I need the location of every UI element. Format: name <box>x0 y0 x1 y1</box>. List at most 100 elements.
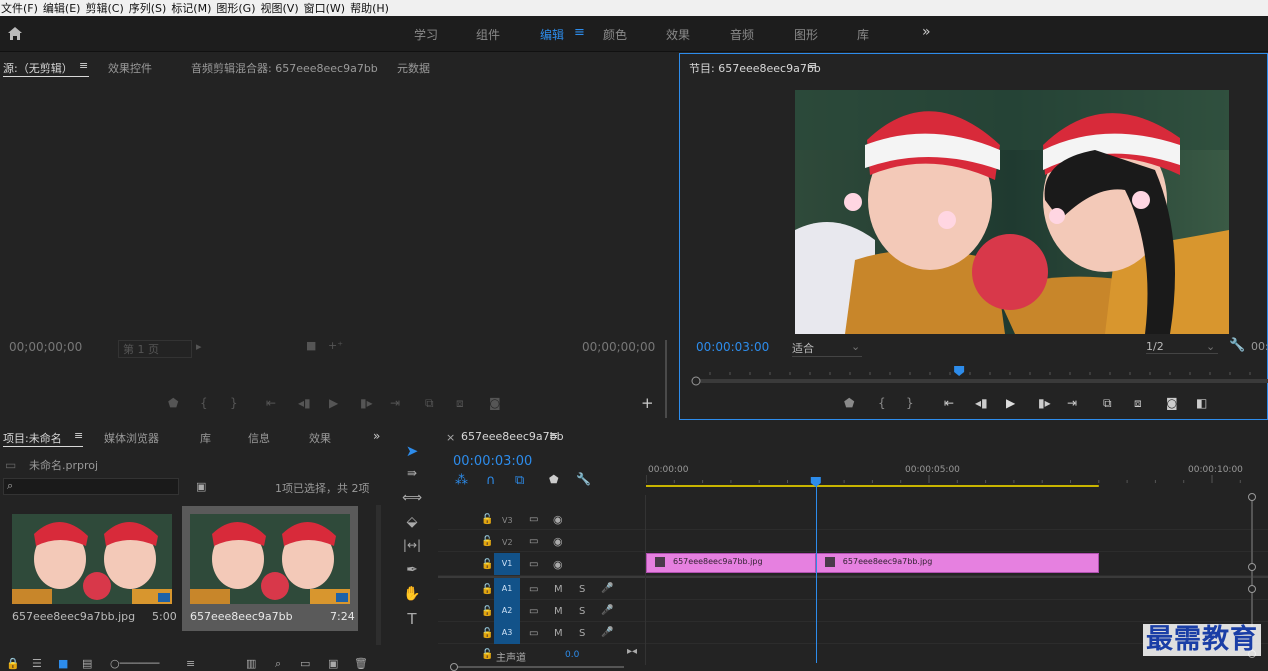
tab-project[interactable]: 项目:未命名 <box>3 430 62 446</box>
source-export-frame-icon[interactable]: ■ <box>306 339 316 352</box>
new-bin-icon[interactable]: ▭ <box>300 657 310 670</box>
lock-icon[interactable]: 🔓 <box>481 514 493 525</box>
timeline-timecode[interactable]: 00:00:03:00 <box>453 454 532 469</box>
program-camera-icon[interactable]: ◙ <box>1166 396 1178 410</box>
lock-icon[interactable]: 🔓 <box>481 584 493 595</box>
tab-libraries[interactable]: 库 <box>200 430 211 446</box>
selection-tool-icon[interactable]: ➤ <box>402 442 422 462</box>
master-volume-value[interactable]: 0.0 <box>565 650 579 660</box>
mic-icon[interactable]: 🎤 <box>601 583 613 594</box>
tab-effects[interactable]: 效果 <box>309 430 331 446</box>
menu-help[interactable]: 帮助(H) <box>349 0 393 16</box>
workspace-more-icon[interactable]: » <box>922 24 931 40</box>
snap-magnet-icon[interactable]: ∩ <box>486 473 496 488</box>
workspace-graphics[interactable]: 图形 <box>794 26 818 43</box>
menu-file[interactable]: 文件(F) <box>0 0 42 16</box>
sync-lock-icon[interactable]: ▭ <box>529 628 538 639</box>
trash-icon[interactable]: 🗑 <box>354 657 368 670</box>
timeline-clip[interactable]: 657eee8eec9a7bb.jpg <box>815 553 1099 573</box>
timeline-horizontal-scrollbar[interactable] <box>450 663 630 671</box>
automate-icon[interactable]: ▥ <box>246 657 256 670</box>
pen-tool-icon[interactable]: ✒ <box>402 562 422 582</box>
workspace-effects[interactable]: 效果 <box>666 26 690 43</box>
mic-icon[interactable]: 🎤 <box>601 605 613 616</box>
tab-info[interactable]: 信息 <box>248 430 270 446</box>
eye-icon[interactable]: ◉ <box>553 558 563 571</box>
workspace-editing[interactable]: 编辑 <box>540 26 564 43</box>
sync-lock-icon[interactable]: ▭ <box>529 559 538 570</box>
program-menu-icon[interactable]: ≡ <box>808 59 817 72</box>
program-in-icon[interactable]: { <box>878 396 886 410</box>
mute-button[interactable]: M <box>554 606 563 617</box>
hand-tool-icon[interactable]: ✋ <box>402 586 422 606</box>
scrub-playhead[interactable] <box>954 366 965 376</box>
insert-nest-icon[interactable]: ⁂ <box>455 473 468 488</box>
lock-icon[interactable]: 🔓 <box>481 628 493 639</box>
menu-view[interactable]: 视图(V) <box>260 0 303 16</box>
program-out-icon[interactable]: } <box>906 396 914 410</box>
program-timecode[interactable]: 00:00:03:00 <box>696 340 769 354</box>
menu-clip[interactable]: 剪辑(C) <box>84 0 127 16</box>
razor-tool-icon[interactable]: ⬙ <box>402 514 422 534</box>
lock-icon[interactable]: 🔓 <box>481 649 493 660</box>
panel-divider[interactable] <box>665 340 667 418</box>
linked-selection-icon[interactable]: ⧉ <box>515 473 524 488</box>
lock-icon[interactable]: 🔓 <box>481 536 493 547</box>
workspace-color[interactable]: 颜色 <box>603 26 627 43</box>
project-search-input[interactable] <box>3 478 179 495</box>
tab-metadata[interactable]: 元数据 <box>397 60 430 76</box>
work-area-bar[interactable] <box>646 485 1099 487</box>
program-scrubber[interactable] <box>690 366 1268 386</box>
scroll-handle-top[interactable] <box>1248 493 1256 501</box>
sync-lock-icon[interactable]: ▭ <box>529 514 538 525</box>
sort-icon[interactable]: ≡ <box>186 657 195 670</box>
source-page-select[interactable]: 第 1 页 <box>118 340 192 358</box>
track-a3-target[interactable]: A3 <box>494 622 520 644</box>
lock-icon[interactable]: 🔓 <box>481 606 493 617</box>
mic-icon[interactable]: 🎤 <box>601 627 613 638</box>
mute-button[interactable]: M <box>554 628 563 639</box>
program-step-back-icon[interactable]: ◂▮ <box>975 396 988 410</box>
track-a1-target[interactable]: A1 <box>494 578 520 600</box>
lock-icon[interactable]: 🔓 <box>481 559 493 570</box>
program-step-forward-icon[interactable]: ▮▸ <box>1038 396 1051 410</box>
freeform-view-icon[interactable]: ▤ <box>82 657 92 670</box>
type-tool-icon[interactable]: T <box>402 610 422 630</box>
track-v1-target[interactable]: V1 <box>494 553 520 575</box>
tab-audio-clip-mixer[interactable]: 音频剪辑混合器: 657eee8eec9a7bb <box>191 60 378 76</box>
track-a2-target[interactable]: A2 <box>494 600 520 622</box>
solo-button[interactable]: S <box>579 628 585 639</box>
workspace-audio[interactable]: 音频 <box>730 26 754 43</box>
tab-source-menu-icon[interactable]: ≡ <box>79 59 88 72</box>
resolution-chevron-icon[interactable]: ⌄ <box>1206 340 1215 353</box>
timeline-close-icon[interactable]: × <box>446 431 455 444</box>
find-icon[interactable]: ⌕ <box>275 657 281 671</box>
menu-sequence[interactable]: 序列(S) <box>128 0 171 16</box>
eye-icon[interactable]: ◉ <box>553 513 563 526</box>
program-extract-icon[interactable]: ⧈ <box>1134 396 1142 411</box>
mute-button[interactable]: M <box>554 584 563 595</box>
program-goto-out-icon[interactable]: ⇥ <box>1067 396 1077 410</box>
new-item-icon[interactable]: ▣ <box>328 657 338 670</box>
program-play-icon[interactable]: ▶ <box>1006 396 1015 410</box>
slip-tool-icon[interactable]: |↔| <box>402 538 422 558</box>
timeline-settings-wrench-icon[interactable]: 🔧 <box>576 472 591 486</box>
workspace-menu-icon[interactable]: ≡ <box>574 25 585 40</box>
solo-button[interactable]: S <box>579 584 585 595</box>
menu-marker[interactable]: 标记(M) <box>170 0 215 16</box>
program-lift-icon[interactable]: ⧉ <box>1103 396 1112 411</box>
project-scrollbar[interactable] <box>376 505 381 645</box>
program-settings-wrench-icon[interactable]: 🔧 <box>1229 338 1245 353</box>
hscroll-handle[interactable] <box>450 663 458 671</box>
workspace-assembly[interactable]: 组件 <box>476 26 500 43</box>
menu-graphics[interactable]: 图形(G) <box>215 0 259 16</box>
track-select-tool-icon[interactable]: ⇛ <box>402 466 422 486</box>
list-view-icon[interactable]: ☰ <box>32 657 42 670</box>
workspace-libraries[interactable]: 库 <box>857 26 869 43</box>
tab-effect-controls[interactable]: 效果控件 <box>108 60 152 76</box>
eye-icon[interactable]: ◉ <box>553 535 563 548</box>
timeline-ruler[interactable]: 00:00:00 00:00:05:00 00:00:10:00 <box>645 455 1268 490</box>
tab-source[interactable]: 源:（无剪辑） <box>3 60 73 76</box>
zoom-slider[interactable]: ○────── <box>110 657 159 670</box>
scroll-handle-mid[interactable] <box>1248 563 1256 571</box>
